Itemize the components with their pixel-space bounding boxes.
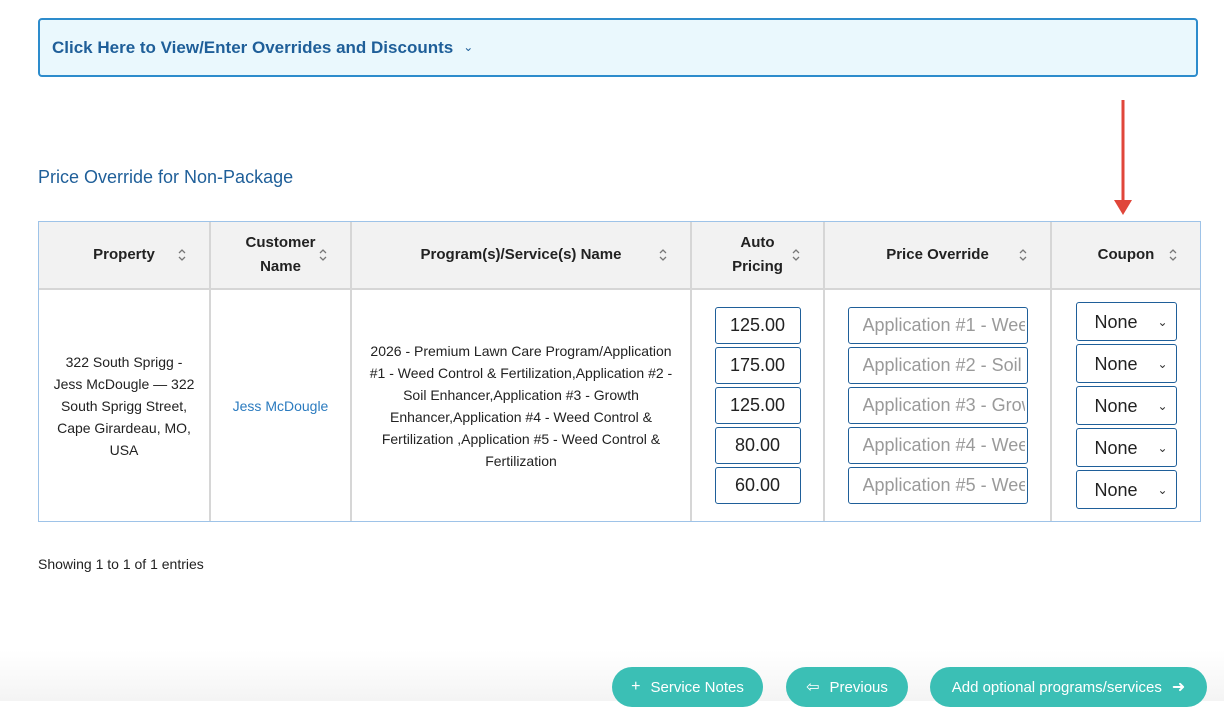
red-arrow-indicator (1114, 100, 1132, 215)
auto-price-input[interactable] (714, 387, 801, 424)
auto-price-input[interactable] (714, 467, 801, 504)
column-header-customer-name[interactable]: Customer Name (210, 222, 352, 290)
property-cell: 322 South Sprigg - Jess McDougle — 322 S… (39, 289, 211, 521)
price-override-input[interactable] (847, 307, 1028, 344)
coupon-select-value: None (1094, 353, 1138, 374)
property-text: 322 South Sprigg - Jess McDougle — 322 S… (53, 353, 195, 458)
coupon-select-value: None (1094, 311, 1138, 332)
sort-icon (178, 249, 186, 261)
price-override-cell (824, 289, 1052, 521)
customer-cell: Jess McDougle (210, 289, 352, 521)
section-title: Price Override for Non-Package (38, 167, 294, 187)
price-override-table: Property Customer Name Program(s)/Servic… (38, 221, 1201, 522)
auto-price-input[interactable] (714, 347, 801, 384)
program-cell: 2026 - Premium Lawn Care Program/Applica… (351, 289, 692, 521)
chevron-down-icon: ⌄ (1157, 440, 1168, 455)
add-optional-label: Add optional programs/services (951, 678, 1162, 696)
plus-icon: + (631, 678, 641, 695)
service-notes-label: Service Notes (650, 678, 744, 696)
coupon-select[interactable]: None ⌄ (1075, 302, 1177, 341)
coupon-select-value: None (1094, 479, 1138, 500)
column-header-auto-pricing[interactable]: Auto Pricing (691, 222, 825, 290)
arrow-right-icon: ➜ (1171, 679, 1186, 696)
overrides-toggle-label: Click Here to View/Enter Overrides and D… (52, 37, 454, 57)
previous-button[interactable]: ⇦ Previous (786, 667, 908, 707)
column-header-program-name[interactable]: Program(s)/Service(s) Name (351, 222, 692, 290)
program-text: 2026 - Premium Lawn Care Program/Applica… (369, 342, 673, 469)
chevron-down-icon: ⌄ (1157, 314, 1168, 329)
coupon-select[interactable]: None ⌄ (1075, 344, 1177, 383)
add-optional-programs-button[interactable]: Add optional programs/services ➜ (930, 667, 1207, 707)
sort-icon (659, 249, 667, 261)
sort-icon (319, 249, 327, 261)
chevron-down-icon: ⌄ (1157, 482, 1168, 497)
column-header-coupon[interactable]: Coupon (1051, 222, 1200, 290)
auto-pricing-cell (691, 289, 825, 521)
coupon-select[interactable]: None ⌄ (1075, 428, 1177, 467)
sort-icon (1169, 249, 1177, 261)
customer-name-link[interactable]: Jess McDougle (233, 398, 329, 414)
price-override-input[interactable] (847, 427, 1028, 464)
sort-icon (1019, 249, 1027, 261)
price-override-input[interactable] (847, 387, 1028, 424)
chevron-down-icon: ⌄ (1157, 356, 1168, 371)
overrides-toggle[interactable]: Click Here to View/Enter Overrides and D… (38, 18, 1198, 77)
table-info: Showing 1 to 1 of 1 entries (38, 556, 204, 572)
column-header-price-override[interactable]: Price Override (824, 222, 1052, 290)
previous-label: Previous (829, 678, 888, 696)
arrow-left-icon: ⇦ (806, 679, 820, 696)
price-override-input[interactable] (847, 467, 1028, 504)
chevron-down-icon: ⌄ (1157, 398, 1168, 413)
coupon-select-value: None (1094, 395, 1138, 416)
service-notes-button[interactable]: + Service Notes (612, 667, 763, 707)
price-override-input[interactable] (847, 347, 1028, 384)
coupon-select-value: None (1094, 437, 1138, 458)
table-row: 322 South Sprigg - Jess McDougle — 322 S… (39, 289, 1200, 521)
coupon-select[interactable]: None ⌄ (1075, 386, 1177, 425)
sort-icon (792, 249, 800, 261)
coupon-cell: None ⌄ None ⌄ None ⌄ None ⌄ None ⌄ (1051, 289, 1200, 521)
auto-price-input[interactable] (714, 307, 801, 344)
chevron-down-icon: ⌄ (463, 39, 474, 54)
auto-price-input[interactable] (714, 427, 801, 464)
column-header-property[interactable]: Property (39, 222, 211, 290)
coupon-select[interactable]: None ⌄ (1075, 470, 1177, 509)
